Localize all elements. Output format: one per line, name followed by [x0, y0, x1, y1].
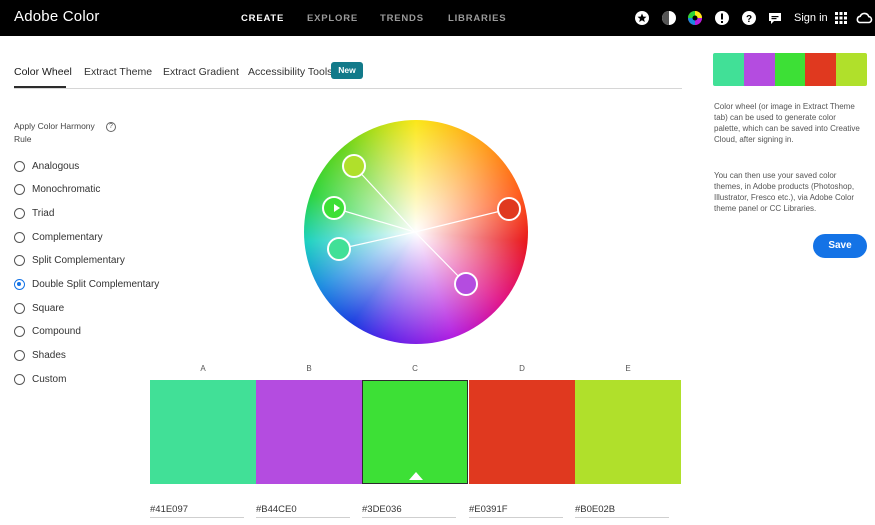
swatch-a[interactable]: [150, 380, 256, 484]
preview-swatch: [774, 53, 806, 86]
wheel-handle-a[interactable]: [327, 237, 351, 261]
harmony-option-square[interactable]: Square: [14, 300, 64, 316]
hex-input-d[interactable]: #E0391F: [469, 504, 563, 518]
nav-create[interactable]: CREATE: [241, 13, 284, 24]
harmony-option-label: Complementary: [32, 231, 103, 243]
info-text-1: Color wheel (or image in Extract Theme t…: [714, 102, 860, 144]
radio-icon[interactable]: [14, 183, 25, 195]
tab-accessibility-tools[interactable]: Accessibility Tools: [248, 66, 332, 78]
tab-extract-theme[interactable]: Extract Theme: [84, 66, 152, 78]
harmony-option-label: Custom: [32, 373, 67, 385]
harmony-option-analogous[interactable]: Analogous: [14, 158, 79, 174]
harmony-option-label: Compound: [32, 325, 81, 337]
alert-icon[interactable]: [714, 10, 730, 26]
radio-icon[interactable]: [14, 349, 25, 361]
swatch-c[interactable]: [362, 380, 468, 484]
swatch-label-c: C: [412, 364, 418, 373]
selected-swatch-caret-icon: [409, 472, 423, 480]
swatch-d[interactable]: [469, 380, 575, 484]
color-wheel[interactable]: [304, 120, 528, 344]
top-bar: Adobe Color CREATE EXPLORE TRENDS LIBRAR…: [0, 0, 875, 36]
radio-icon[interactable]: [14, 207, 25, 219]
radio-icon[interactable]: [14, 302, 25, 314]
hex-input-c[interactable]: #3DE036: [362, 504, 456, 518]
radio-icon[interactable]: [14, 160, 25, 172]
tab-color-wheel[interactable]: Color Wheel: [14, 66, 72, 78]
star-icon[interactable]: [634, 10, 650, 26]
hex-input-a[interactable]: #41E097: [150, 504, 244, 518]
harmony-option-label: Square: [32, 302, 65, 314]
creative-cloud-icon[interactable]: [856, 10, 873, 26]
color-wheel-icon[interactable]: [687, 10, 703, 26]
harmony-option-triad[interactable]: Triad: [14, 205, 54, 221]
radio-icon[interactable]: [14, 254, 25, 266]
harmony-option-label: Monochromatic: [32, 183, 101, 195]
radio-icon[interactable]: [14, 373, 25, 385]
help-icon[interactable]: ?: [741, 10, 757, 26]
wheel-handle-e[interactable]: [342, 154, 366, 178]
svg-text:?: ?: [746, 14, 752, 25]
radio-selected-icon[interactable]: [14, 278, 25, 290]
hex-input-e[interactable]: #B0E02B: [575, 504, 669, 518]
harmony-option-label: Split Complementary: [32, 254, 125, 266]
sign-in-link[interactable]: Sign in: [794, 12, 828, 24]
harmony-option-double-split-complementary[interactable]: Double Split Complementary: [14, 276, 159, 292]
chat-icon[interactable]: [767, 10, 783, 26]
swatch-b[interactable]: [256, 380, 362, 484]
info-icon[interactable]: ?: [106, 122, 116, 132]
swatch-e[interactable]: [575, 380, 681, 484]
new-badge: New: [331, 62, 363, 79]
harmony-option-custom[interactable]: Custom: [14, 371, 66, 387]
harmony-option-split-complementary[interactable]: Split Complementary: [14, 252, 125, 268]
color-wheel-handles[interactable]: [304, 120, 528, 344]
preview-swatch: [805, 53, 837, 86]
harmony-option-label: Double Split Complementary: [32, 278, 160, 290]
theme-preview: [713, 53, 867, 86]
swatch-label-b: B: [306, 364, 312, 373]
harmony-option-label: Analogous: [32, 160, 80, 172]
nav-trends[interactable]: TRENDS: [380, 13, 424, 24]
harmony-option-label: Shades: [32, 349, 66, 361]
tab-divider: [14, 88, 682, 89]
swatch-label-a: A: [200, 364, 206, 373]
swatch-label-d: D: [519, 364, 525, 373]
tab-extract-gradient[interactable]: Extract Gradient: [163, 66, 239, 78]
save-button[interactable]: Save: [813, 234, 867, 258]
harmony-option-label: Triad: [32, 207, 55, 219]
radio-icon[interactable]: [14, 231, 25, 243]
harmony-option-compound[interactable]: Compound: [14, 323, 81, 339]
nav-libraries[interactable]: LIBRARIES: [448, 13, 506, 24]
harmony-option-monochromatic[interactable]: Monochromatic: [14, 181, 100, 197]
preview-swatch: [743, 53, 775, 86]
info-text-2: You can then use your saved color themes…: [714, 171, 855, 213]
harmony-option-shades[interactable]: Shades: [14, 347, 66, 363]
harmony-option-complementary[interactable]: Complementary: [14, 229, 103, 245]
preview-swatch: [836, 53, 867, 86]
wheel-handle-d[interactable]: [497, 197, 521, 221]
hex-input-b[interactable]: #B44CE0: [256, 504, 350, 518]
harmony-rule-title: Apply Color Harmony Rule: [14, 121, 95, 144]
contrast-icon[interactable]: [661, 10, 677, 26]
preview-swatch: [713, 53, 744, 86]
radio-icon[interactable]: [14, 325, 25, 337]
wheel-handle-b[interactable]: [454, 272, 478, 296]
nav-explore[interactable]: EXPLORE: [307, 13, 358, 24]
app-title[interactable]: Adobe Color: [14, 8, 100, 25]
swatch-label-e: E: [625, 364, 631, 373]
apps-grid-icon[interactable]: [833, 10, 849, 26]
